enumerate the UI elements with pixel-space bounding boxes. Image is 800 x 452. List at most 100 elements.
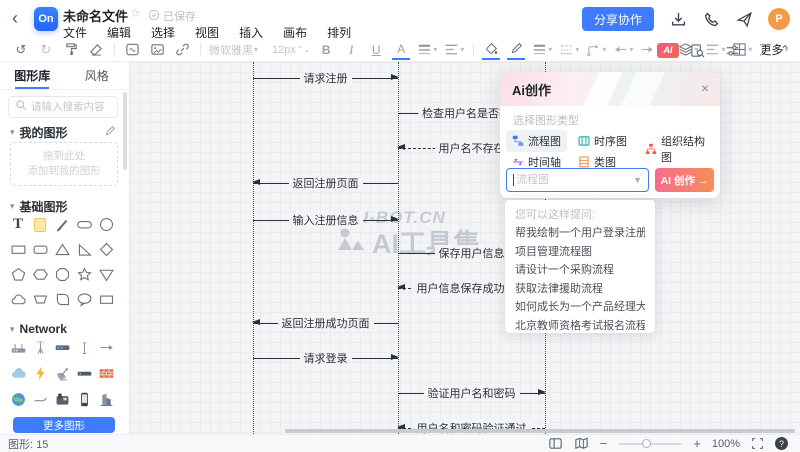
zoom-out-button[interactable]: − (600, 436, 608, 451)
collapse-toolbar-icon[interactable]: ⌃ (780, 43, 790, 57)
line-width-icon[interactable]: ▾ (532, 40, 552, 60)
font-color-button[interactable]: A (392, 40, 410, 60)
ai-prompt-input[interactable] (516, 174, 631, 186)
insert-image-icon[interactable] (148, 40, 166, 60)
zoom-slider-thumb[interactable] (642, 439, 651, 448)
triangle-shape-icon[interactable] (51, 237, 73, 262)
canvas-horizontal-scrollbar[interactable] (285, 429, 795, 433)
chevron-down-icon[interactable]: ▼ (633, 175, 642, 185)
my-shapes-dropzone[interactable]: 拖到此处 添加到我的图形 (10, 142, 118, 186)
share-collaborate-button[interactable]: 分享协作 (582, 7, 654, 31)
ai-suggestion-item[interactable]: 获取法律援助流程 (515, 280, 645, 299)
clear-format-icon[interactable] (87, 40, 105, 60)
cloud-shape-icon[interactable] (7, 360, 29, 386)
lifeline-1[interactable] (253, 62, 254, 434)
ai-suggestion-item[interactable]: 请设计一个采购流程 (515, 261, 645, 280)
pentagon-shape-icon[interactable] (7, 262, 29, 287)
edit-icon[interactable] (104, 124, 117, 142)
wifi-router-shape-icon[interactable] (7, 334, 29, 360)
ai-assistant-button[interactable]: AI (657, 43, 679, 58)
line-style-icon[interactable]: ▾ (559, 40, 579, 60)
arrow-shape-icon[interactable] (95, 334, 117, 360)
type-chip-组织结构图[interactable]: 组织结构图 (639, 130, 720, 168)
mobile-phone-shape-icon[interactable] (73, 386, 95, 412)
globe-shape-icon[interactable] (7, 386, 29, 412)
favorite-star-icon[interactable]: ☆ (130, 6, 141, 20)
close-icon[interactable]: × (701, 80, 709, 96)
antenna-tower-shape-icon[interactable] (29, 334, 51, 360)
right-triangle-shape-icon[interactable] (73, 237, 95, 262)
cloud-shape-shape-icon[interactable] (7, 287, 29, 312)
ai-suggestion-item[interactable]: 如何成长为一个产品经理大神 (515, 298, 645, 317)
avatar[interactable]: P (768, 8, 790, 30)
switch-shape-icon[interactable] (51, 334, 73, 360)
antenna-shape-icon[interactable] (73, 334, 95, 360)
line-height-icon[interactable]: ▾ (417, 40, 437, 60)
firewall-shape-icon[interactable] (95, 360, 117, 386)
minimap-icon[interactable] (574, 436, 589, 451)
ai-prompt-field[interactable]: ▼ (506, 168, 649, 192)
server-shape-icon[interactable] (73, 360, 95, 386)
cable-shape-icon[interactable] (29, 386, 51, 412)
underline-button[interactable]: U (367, 40, 385, 60)
trapezoid-shape-icon[interactable] (29, 287, 51, 312)
satellite-dish-shape-icon[interactable] (51, 360, 73, 386)
tab-shape-library[interactable]: 图形库 (0, 62, 65, 89)
desk-phone-shape-icon[interactable] (51, 386, 73, 412)
octagon-shape-icon[interactable] (51, 262, 73, 287)
fill-color-icon[interactable] (482, 40, 500, 60)
pen-shape-icon[interactable] (51, 212, 73, 237)
phone-icon[interactable] (702, 10, 720, 28)
sidebar-scrollbar[interactable] (123, 92, 127, 170)
circle-shape-icon[interactable] (95, 212, 117, 237)
link-icon[interactable] (173, 40, 191, 60)
list-style-icon[interactable]: ▾ (444, 40, 464, 60)
stroke-color-icon[interactable] (507, 40, 525, 60)
rectangle-2-shape-icon[interactable] (95, 287, 117, 312)
download-icon[interactable] (669, 10, 687, 28)
rectangle-shape-icon[interactable] (7, 237, 29, 262)
undo-icon[interactable]: ↺ (12, 40, 30, 60)
arrow-start-icon[interactable]: ▾ (613, 40, 633, 60)
search-input[interactable] (31, 101, 111, 113)
ai-suggestion-item[interactable]: 北京教师资格考试报名流程图 (515, 317, 645, 336)
zoom-in-button[interactable]: + (693, 436, 701, 451)
lifeline-2[interactable] (398, 62, 399, 434)
redo-icon[interactable]: ↻ (37, 40, 55, 60)
stadium-shape-icon[interactable] (73, 212, 95, 237)
document-title[interactable]: 未命名文件 (63, 6, 128, 25)
tab-style[interactable]: 风格 (65, 62, 130, 89)
find-replace-icon[interactable] (689, 40, 707, 60)
help-button[interactable]: ? (775, 437, 788, 450)
format-painter-icon[interactable] (62, 40, 80, 60)
type-chip-时序图[interactable]: 时序图 (572, 130, 633, 152)
more-shapes-button[interactable]: 更多图形 (13, 417, 115, 433)
fullscreen-icon[interactable] (751, 437, 764, 450)
connector-type-icon[interactable]: ▾ (586, 40, 606, 60)
panel-toggle-icon[interactable] (548, 436, 563, 451)
diamond-shape-icon[interactable] (95, 237, 117, 262)
rounded-rectangle-shape-icon[interactable] (29, 237, 51, 262)
building-shape-icon[interactable] (95, 386, 117, 412)
back-button[interactable]: ‹ (12, 8, 18, 29)
type-chip-流程图[interactable]: 流程图 (506, 130, 567, 152)
settings-sliders-icon[interactable] (724, 40, 742, 60)
bold-button[interactable]: B (317, 40, 335, 60)
quarter-round-shape-icon[interactable] (51, 287, 73, 312)
zoom-level[interactable]: 100% (712, 438, 740, 450)
my-shapes-section-header[interactable]: ▾我的图形 (10, 124, 68, 141)
hexagon-shape-icon[interactable] (29, 262, 51, 287)
shape-frame-icon[interactable] (123, 40, 141, 60)
sticky-note-shape-icon[interactable] (29, 212, 51, 237)
ai-create-button[interactable]: AI 创作 → (655, 168, 714, 192)
callout-shape-icon[interactable] (73, 287, 95, 312)
font-size-stepper[interactable]: 12px⌃⌄ (272, 40, 310, 60)
shape-search[interactable] (8, 96, 118, 118)
star-shape-icon[interactable] (73, 262, 95, 287)
ai-suggestion-item[interactable]: 帮我绘制一个用户登录注册流程 (515, 224, 645, 243)
zoom-slider[interactable] (618, 439, 682, 449)
font-family-select[interactable]: 微软雅黑▾ (209, 40, 265, 60)
lightning-shape-icon[interactable] (29, 360, 51, 386)
send-icon[interactable] (735, 10, 753, 28)
triangle-down-shape-icon[interactable] (95, 262, 117, 287)
